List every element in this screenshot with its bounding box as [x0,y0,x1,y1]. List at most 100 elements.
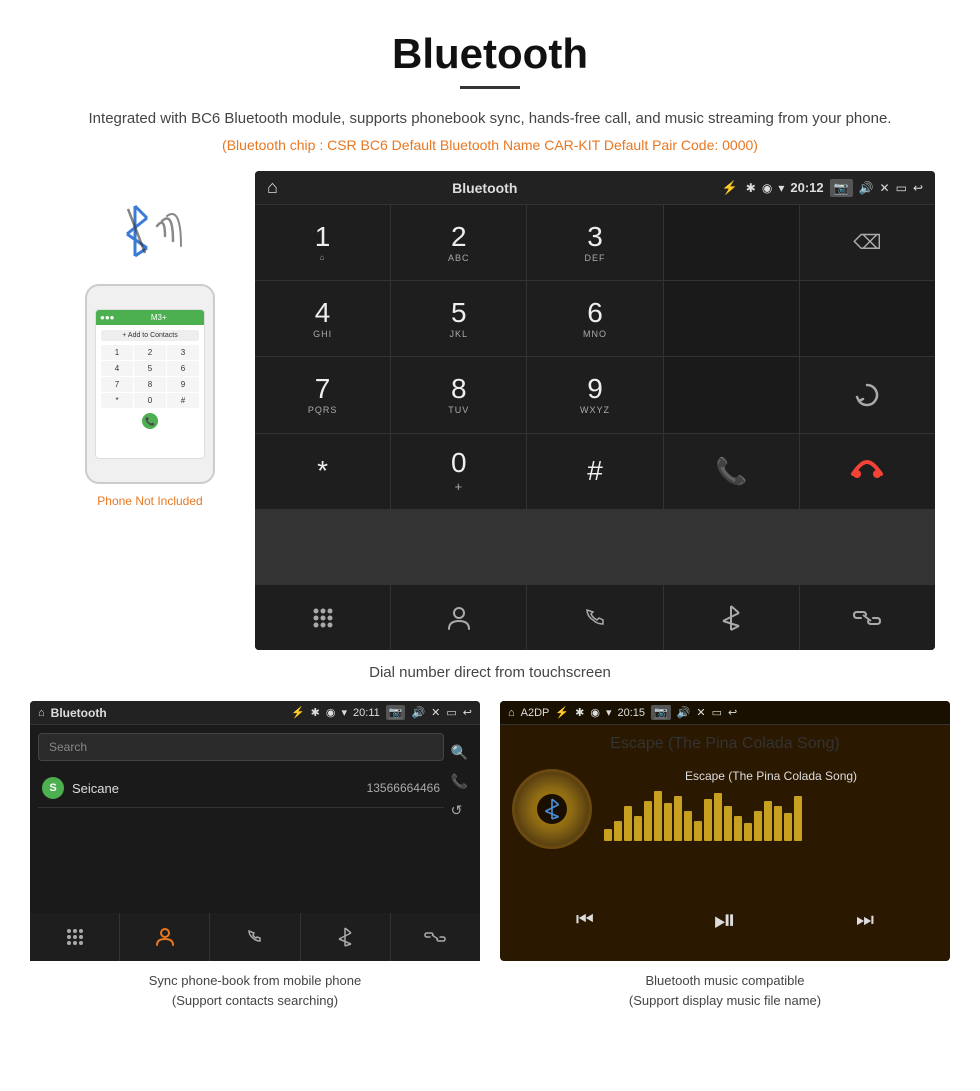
window-icon[interactable]: ▭ [896,181,907,195]
dial-key-4[interactable]: 4GHI [255,281,390,356]
pb-signal: ▾ [342,706,348,719]
dial-call-button[interactable]: 📞 [664,434,799,509]
viz-bar [754,811,762,841]
phone-illustration-area: ●●● M3+ + Add to Contacts 123 456 789 *0… [45,171,255,508]
description-text: Integrated with BC6 Bluetooth module, su… [60,107,920,131]
dial-empty-2 [664,281,799,356]
dial-key-8[interactable]: 8TUV [391,357,526,432]
music-home-icon[interactable]: ⌂ [508,707,515,719]
add-contacts-label: + Add to Contacts [101,330,199,341]
dial-hangup-button[interactable] [800,434,935,509]
pb-redial-icon[interactable]: ↺ [451,802,468,819]
camera-icon[interactable]: 📷 [830,179,853,197]
viz-bar [614,821,622,841]
music-car-screen: ⌂ A2DP ⚡ ✱ ◉ ▾ 20:15 📷 🔊 ✕ ▭ ↩ Escape (T… [500,701,950,961]
dial-key-6[interactable]: 6MNO [527,281,662,356]
pb-close[interactable]: ✕ [431,706,440,719]
dial-key-star[interactable]: * [255,434,390,509]
viz-bar [724,806,732,841]
contact-search-bar[interactable]: Search [38,733,444,761]
contact-avatar: S [42,777,64,799]
contact-name: Seicane [72,781,359,796]
pb-bottom-grid[interactable] [30,913,119,961]
status-time: 20:12 [790,180,823,195]
bottom-icon-bar [255,585,935,650]
pb-vol[interactable]: 🔊 [411,706,425,719]
dial-key-9[interactable]: 9WXYZ [527,357,662,432]
bottom-icon-phone[interactable] [527,585,662,650]
music-camera[interactable]: 📷 [651,705,671,720]
bottom-screens-section: ⌂ Bluetooth ⚡ ✱ ◉ ▾ 20:11 📷 🔊 ✕ ▭ ↩ Sear… [30,701,950,1010]
pb-home-icon[interactable]: ⌂ [38,707,45,719]
signal-icon: ▾ [778,181,784,195]
music-visualizer [604,791,938,841]
dial-empty-4 [664,357,799,432]
music-info-area: Escape (The Pina Colada Song) [604,769,938,841]
phone-call-button[interactable]: 📞 [142,413,158,429]
bottom-icon-bluetooth[interactable] [664,585,799,650]
music-bt: ✱ [575,706,584,719]
pb-bottom-phone[interactable] [210,913,299,961]
viz-bar [784,813,792,841]
song-title-text: Escape (The Pina Colada Song) [500,725,950,757]
music-status-bar: ⌂ A2DP ⚡ ✱ ◉ ▾ 20:15 📷 🔊 ✕ ▭ ↩ [500,701,950,725]
phone-keypad: 123 456 789 *0# [99,343,201,410]
phonebook-screen-half: ⌂ Bluetooth ⚡ ✱ ◉ ▾ 20:11 📷 🔊 ✕ ▭ ↩ Sear… [30,701,480,1010]
phone-not-included-label: Phone Not Included [97,494,202,508]
dial-key-5[interactable]: 5JKL [391,281,526,356]
music-gps: ◉ [590,706,600,719]
bluetooth-wave-icon [105,191,195,276]
next-track-button[interactable]: ⏭ [848,901,882,940]
dial-key-1[interactable]: 1⌂ [255,205,390,280]
song-title-display: Escape (The Pina Colada Song) [604,769,938,783]
dial-redial[interactable] [800,357,935,432]
music-title: A2DP [521,707,550,719]
bottom-icon-link[interactable] [800,585,935,650]
bottom-icon-grid[interactable] [255,585,390,650]
dial-empty-1 [664,205,799,280]
viz-bar [624,806,632,841]
pb-bottom-bluetooth[interactable] [301,913,390,961]
close-icon[interactable]: ✕ [880,181,890,195]
dial-key-3[interactable]: 3DEF [527,205,662,280]
bottom-icon-person[interactable] [391,585,526,650]
pb-bottom-person[interactable] [120,913,209,961]
dial-key-hash[interactable]: # [527,434,662,509]
viz-bar [664,803,672,841]
music-back[interactable]: ↩ [728,706,737,719]
music-close[interactable]: ✕ [696,706,705,719]
pb-back[interactable]: ↩ [463,706,472,719]
music-win[interactable]: ▭ [712,706,722,719]
pb-search-icon[interactable]: 🔍 [451,744,468,761]
play-pause-button[interactable]: ⏯ [706,896,744,945]
dial-key-2[interactable]: 2ABC [391,205,526,280]
dial-key-7[interactable]: 7PQRS [255,357,390,432]
prev-track-button[interactable]: ⏮ [568,901,602,940]
music-vol[interactable]: 🔊 [677,706,691,719]
dial-key-0[interactable]: 0+ [391,434,526,509]
pb-usb: ⚡ [291,706,305,719]
phonebook-car-screen: ⌂ Bluetooth ⚡ ✱ ◉ ▾ 20:11 📷 🔊 ✕ ▭ ↩ Sear… [30,701,480,961]
pb-gps: ◉ [326,706,336,719]
pb-camera[interactable]: 📷 [386,705,406,720]
viz-bar [734,816,742,841]
page-title: Bluetooth [0,0,980,86]
large-status-bar: ⌂ Bluetooth ⚡ ✱ ◉ ▾ 20:12 📷 🔊 ✕ ▭ ↩ [255,171,935,205]
viz-bar [644,801,652,841]
phone-mockup: ●●● M3+ + Add to Contacts 123 456 789 *0… [85,284,215,484]
viz-bar [604,829,612,841]
contact-row[interactable]: S Seicane 13566664466 [38,769,444,808]
music-screen-wrapper: ⌂ A2DP ⚡ ✱ ◉ ▾ 20:15 📷 🔊 ✕ ▭ ↩ Escape (T… [500,701,950,961]
back-icon[interactable]: ↩ [913,181,923,195]
main-caption: Dial number direct from touchscreen [0,664,980,681]
music-usb: ⚡ [555,706,569,719]
phonebook-status-bar: ⌂ Bluetooth ⚡ ✱ ◉ ▾ 20:11 📷 🔊 ✕ ▭ ↩ [30,701,480,725]
pb-phone-icon[interactable]: 📞 [451,773,468,790]
title-underline [460,86,520,89]
dial-backspace[interactable]: ⌫ [800,205,935,280]
volume-icon[interactable]: 🔊 [859,181,874,195]
viz-bar [764,801,772,841]
viz-bar [774,806,782,841]
pb-bottom-link[interactable] [391,913,480,961]
pb-win[interactable]: ▭ [446,706,456,719]
